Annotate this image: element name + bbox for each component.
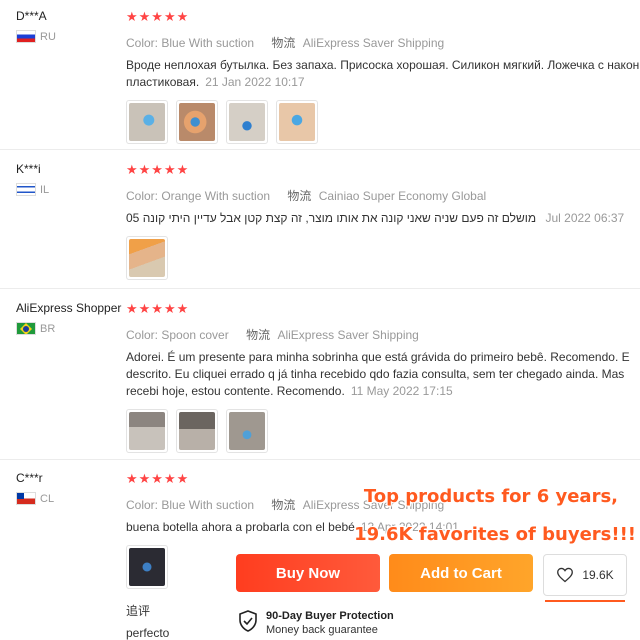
review-photo[interactable] — [226, 100, 268, 144]
review-text: Вроде неплохая бутылка. Без запаха. Прис… — [126, 57, 640, 91]
review-content: ★★★★★ Color: Orange With suction 物流 Cain… — [126, 163, 640, 280]
reviewer-country: RU — [16, 30, 126, 43]
review-photo[interactable] — [226, 409, 268, 453]
reviewer-info: AliExpress Shopper BR — [16, 301, 126, 335]
review-item: AliExpress Shopper BR ★★★★★ Color: Spoon… — [0, 292, 640, 460]
promo-line-2: 19.6K favorites of buyers!!! — [354, 524, 636, 545]
heart-icon — [557, 567, 574, 583]
star-rating: ★★★★★ — [126, 162, 190, 177]
followup-text: perfecto — [126, 626, 170, 640]
star-rating: ★★★★★ — [126, 301, 190, 316]
review-meta: Color: Spoon cover 物流 AliExpress Saver S… — [126, 326, 640, 343]
reviewer-country: BR — [16, 322, 126, 335]
shield-check-icon — [239, 610, 257, 632]
color-label: Color: Orange With suction — [126, 189, 271, 203]
reviewer-info: D***A RU — [16, 9, 126, 43]
country-code: CL — [40, 492, 55, 505]
review-photos — [126, 236, 640, 280]
review-text: Adorei. É um presente para minha sobrinh… — [126, 349, 640, 400]
review-date: 11 May 2022 17:15 — [350, 384, 453, 398]
flag-cl-icon — [16, 492, 36, 505]
flag-il-icon — [16, 183, 36, 196]
buyer-protection: 90-Day Buyer Protection Money back guara… — [238, 610, 394, 637]
promo-line-1: Top products for 6 years, — [363, 486, 618, 507]
shipping-method: Cainiao Super Economy Global — [318, 189, 487, 203]
logistics-label: 物流 — [271, 36, 296, 50]
country-code: RU — [40, 30, 56, 43]
review-photo[interactable] — [126, 545, 168, 589]
review-content: ★★★★★ Color: Spoon cover 物流 AliExpress S… — [126, 302, 640, 453]
review-photo[interactable] — [126, 409, 168, 453]
review-photo[interactable] — [276, 100, 318, 144]
reviewer-name: AliExpress Shopper — [16, 301, 122, 315]
review-photos — [126, 100, 640, 144]
favorite-button[interactable]: 19.6K — [543, 554, 627, 596]
review-photo[interactable] — [126, 236, 168, 280]
review-photo[interactable] — [176, 100, 218, 144]
review-photos — [126, 409, 640, 453]
review-text-line: Вроде неплохая бутылка. Без запаха. Прис… — [126, 58, 640, 72]
country-code: IL — [40, 183, 50, 196]
review-text-line: descrito. Eu cliquei errado q já tinha r… — [126, 367, 625, 381]
review-text-line: buena botella ahora a probarla con el be… — [126, 520, 355, 534]
shipping-method: AliExpress Saver Shipping — [277, 328, 419, 342]
review-text: מושלם זה פעם שניה שאני קונה את אותו מוצר… — [126, 210, 640, 227]
color-label: Color: Spoon cover — [126, 328, 229, 342]
review-item: K***i IL ★★★★★ Color: Orange With suctio… — [0, 153, 640, 289]
color-label: Color: Blue With suction — [126, 36, 255, 50]
reviewer-country: CL — [16, 492, 126, 505]
favorites-count: 19.6K — [582, 568, 614, 582]
country-code: BR — [40, 322, 56, 335]
flag-br-icon — [16, 322, 36, 335]
promo-underline — [545, 600, 625, 602]
review-photo[interactable] — [176, 409, 218, 453]
review-date: 21 Jan 2022 10:17 — [205, 75, 305, 89]
color-label: Color: Blue With suction — [126, 498, 255, 512]
review-date: Jul 2022 06:37 — [545, 211, 625, 225]
buy-now-button[interactable]: Buy Now — [236, 554, 380, 592]
review-content: ★★★★★ Color: Blue With suction 物流 AliExp… — [126, 10, 640, 144]
logistics-label: 物流 — [271, 498, 296, 512]
review-meta: Color: Blue With suction 物流 AliExpress S… — [126, 34, 640, 51]
flag-ru-icon — [16, 30, 36, 43]
logistics-label: 物流 — [246, 328, 271, 342]
reviewer-name: C***r — [16, 471, 43, 485]
reviewer-name: K***i — [16, 162, 41, 176]
review-meta: Color: Orange With suction 物流 Cainiao Su… — [126, 187, 640, 204]
review-photo[interactable] — [126, 100, 168, 144]
review-text-line: пластиковая. — [126, 75, 200, 89]
review-item: D***A RU ★★★★★ Color: Blue With suction … — [0, 0, 640, 150]
followup-label: 追评 — [126, 604, 151, 618]
protection-subtitle: Money back guarantee — [266, 624, 378, 636]
reviewer-name: D***A — [16, 9, 47, 23]
reviewer-info: K***i IL — [16, 162, 126, 196]
reviewer-country: IL — [16, 183, 126, 196]
shipping-method: AliExpress Saver Shipping — [302, 36, 445, 50]
review-text-line: מושלם זה פעם שניה שאני קונה את אותו מוצר… — [126, 211, 537, 225]
review-text-line: Adorei. É um presente para minha sobrinh… — [126, 350, 630, 364]
protection-title: 90-Day Buyer Protection — [266, 610, 394, 622]
reviewer-info: C***r CL — [16, 471, 126, 505]
logistics-label: 物流 — [287, 189, 312, 203]
review-text-line: recebi hoje, estou contente. Recomendo. — [126, 384, 345, 398]
star-rating: ★★★★★ — [126, 9, 190, 24]
add-to-cart-button[interactable]: Add to Cart — [389, 554, 533, 592]
